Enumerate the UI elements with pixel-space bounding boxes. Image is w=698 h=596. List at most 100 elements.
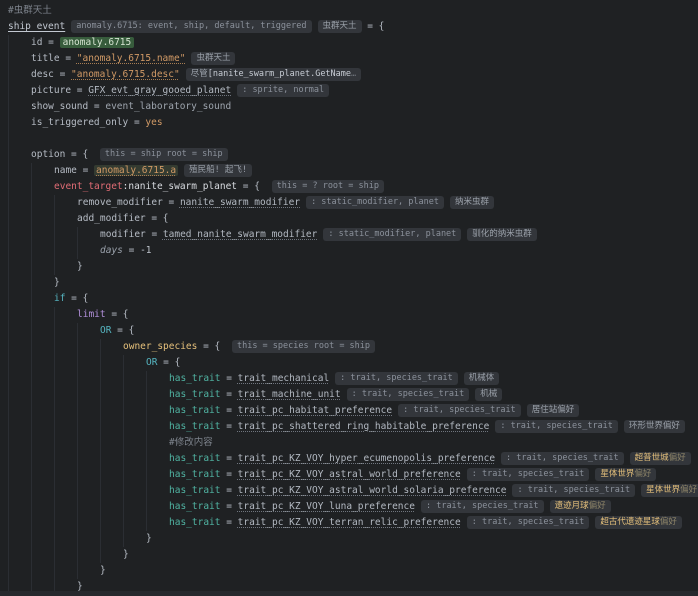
indent-guide bbox=[31, 547, 54, 563]
indent-guide bbox=[8, 307, 31, 323]
indent-guide bbox=[146, 419, 169, 435]
indent-guide bbox=[54, 435, 77, 451]
code-token-key: add_modifier = { bbox=[77, 213, 169, 224]
indent-guide bbox=[100, 355, 123, 371]
indent-guide bbox=[8, 355, 31, 371]
indent-guide bbox=[54, 531, 77, 547]
code-token-key: = { bbox=[111, 325, 134, 336]
code-token-key: picture = bbox=[31, 85, 88, 96]
inline-hint-chip: 机械 bbox=[475, 388, 502, 401]
code-token-key: = bbox=[220, 453, 237, 464]
indent-guide bbox=[77, 323, 100, 339]
code-token-keyu[interactable]: ship_event bbox=[8, 21, 65, 32]
code-token-link[interactable]: trait_pc_shattered_ring_habitable_prefer… bbox=[238, 421, 490, 432]
code-line: } bbox=[8, 259, 698, 275]
code-token-link[interactable]: trait_pc_KZ_VOY_luna_preference bbox=[238, 501, 415, 512]
hint-part: 超古代遗迹星球 bbox=[600, 517, 660, 527]
code-token-link[interactable]: GFX_evt_gray_gooed_planet bbox=[88, 85, 231, 96]
indent-guide bbox=[54, 227, 77, 243]
code-token-string[interactable]: "anomaly.6715.name" bbox=[77, 53, 186, 64]
indent-guide bbox=[54, 547, 77, 563]
indent-guide bbox=[8, 435, 31, 451]
indent-guide bbox=[100, 435, 123, 451]
code-token-hlgreen: anomaly.6715 bbox=[60, 37, 135, 48]
indent-guide bbox=[77, 499, 100, 515]
indent-guide bbox=[31, 275, 54, 291]
code-line: name = anomaly.6715.a殖民船! 起飞! bbox=[8, 163, 698, 179]
hint-part: 偏好 bbox=[660, 517, 677, 527]
indent-guide bbox=[8, 147, 31, 163]
indent-guide bbox=[54, 483, 77, 499]
indent-guide bbox=[8, 531, 31, 547]
code-line: title = "anomaly.6715.name"虫群天土 bbox=[8, 51, 698, 67]
indent-guide bbox=[146, 515, 169, 531]
code-token-teal: OR bbox=[146, 357, 157, 368]
code-line: OR = { bbox=[8, 323, 698, 339]
code-token-key: = bbox=[220, 373, 237, 384]
hint-part: 星体世界 bbox=[646, 485, 680, 495]
indent-guide bbox=[54, 259, 77, 275]
indent-guide bbox=[100, 467, 123, 483]
indent-guide bbox=[123, 419, 146, 435]
code-token-link[interactable]: nanite_swarm_modifier bbox=[180, 197, 300, 208]
indent-guide bbox=[77, 515, 100, 531]
inline-hint-chip: 尽管[nanite_swarm_planet.GetName… bbox=[186, 68, 361, 81]
code-token-link[interactable]: tamed_nanite_swarm_modifier bbox=[163, 229, 317, 240]
indent-guide bbox=[100, 451, 123, 467]
code-token-hastrait: has_trait bbox=[169, 501, 220, 512]
code-token-key: = bbox=[123, 245, 140, 256]
indent-guide bbox=[54, 563, 77, 579]
code-token-link[interactable]: trait_pc_KZ_VOY_astral_world_preference bbox=[238, 469, 461, 480]
inline-hint-chip: 机械体 bbox=[464, 372, 500, 385]
inline-hint-chip: : trait, species_trait bbox=[335, 372, 458, 385]
indent-guide bbox=[77, 435, 100, 451]
indent-guide bbox=[100, 387, 123, 403]
inline-hint-chip: : trait, species_trait bbox=[467, 468, 590, 481]
code-line: has_trait = trait_pc_KZ_VOY_astral_world… bbox=[8, 467, 698, 483]
indent-guide bbox=[54, 403, 77, 419]
indent-guide bbox=[31, 307, 54, 323]
code-line: add_modifier = { bbox=[8, 211, 698, 227]
code-token-link[interactable]: trait_pc_KZ_VOY_hyper_ecumenopolis_prefe… bbox=[238, 453, 495, 464]
indent-guide bbox=[31, 419, 54, 435]
inline-hint-chip: this = ? root = ship bbox=[272, 180, 384, 193]
code-token-key: name = bbox=[54, 165, 94, 176]
code-token-link[interactable]: trait_pc_habitat_preference bbox=[238, 405, 392, 416]
indent-guide bbox=[31, 467, 54, 483]
code-token-key: is_triggered_only = bbox=[31, 117, 145, 128]
inline-hint-chip: 虫群天土 bbox=[191, 52, 235, 65]
code-token-key: } bbox=[77, 261, 83, 272]
indent-guide bbox=[31, 339, 54, 355]
editor-root: { "editor": { "colors": { "background": … bbox=[0, 0, 698, 596]
code-token-link[interactable]: trait_machine_unit bbox=[238, 389, 341, 400]
hint-part: 偏好 bbox=[680, 485, 697, 495]
hint-part: 遗迹月球 bbox=[555, 501, 589, 511]
code-token-hllink[interactable]: anomaly.6715.a bbox=[94, 165, 178, 176]
indent-guide bbox=[77, 547, 100, 563]
code-token-string[interactable]: "anomaly.6715.desc" bbox=[71, 69, 180, 80]
indent-guide bbox=[146, 467, 169, 483]
code-token-link[interactable]: trait_pc_KZ_VOY_terran_relic_preference bbox=[238, 517, 461, 528]
hint-part: 尽管 bbox=[191, 69, 208, 79]
code-line: option = { this = ship root = ship bbox=[8, 147, 698, 163]
inline-hint-chip: 星体世界偏好 bbox=[595, 468, 656, 481]
code-line: } bbox=[8, 531, 698, 547]
indent-guide bbox=[123, 467, 146, 483]
code-line: remove_modifier = nanite_swarm_modifier:… bbox=[8, 195, 698, 211]
inline-hint-chip: 超普世城偏好 bbox=[630, 452, 691, 465]
indent-guide bbox=[31, 227, 54, 243]
code-token-link[interactable]: trait_mechanical bbox=[238, 373, 330, 384]
indent-guide bbox=[77, 243, 100, 259]
code-line: has_trait = trait_pc_KZ_VOY_terran_relic… bbox=[8, 515, 698, 531]
hint-part: 偏好 bbox=[669, 453, 686, 463]
code-token-link[interactable]: trait_pc_KZ_VOY_astral_world_solaria_pre… bbox=[238, 485, 507, 496]
code-token-key: } bbox=[100, 565, 106, 576]
indent-guide bbox=[54, 515, 77, 531]
indent-guide bbox=[123, 371, 146, 387]
code-line: has_trait = trait_pc_KZ_VOY_hyper_ecumen… bbox=[8, 451, 698, 467]
indent-guide bbox=[8, 563, 31, 579]
code-line: days = -1 bbox=[8, 243, 698, 259]
inline-hint-chip: : sprite, normal bbox=[237, 84, 329, 97]
code-editor[interactable]: #虫群天土ship_eventanomaly.6715: event, ship… bbox=[0, 0, 698, 596]
bottom-panel-edge bbox=[0, 591, 698, 596]
